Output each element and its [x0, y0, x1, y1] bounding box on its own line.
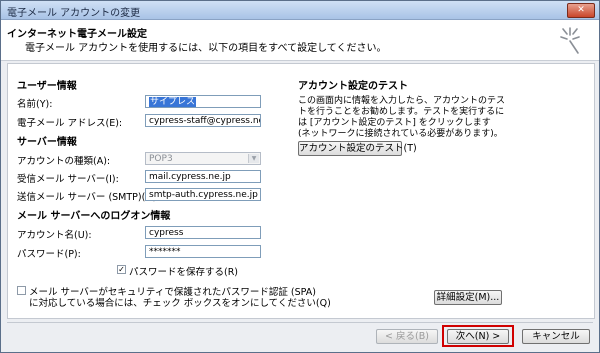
header-subtitle: 電子メール アカウントを使用するには、以下の項目をすべて設定してください。 — [25, 43, 387, 54]
name-field[interactable]: サイプレス — [145, 95, 261, 108]
remember-password-checkbox[interactable]: ✓ — [117, 265, 126, 274]
header-title: インターネット電子メール設定 — [7, 29, 147, 40]
account-name-field[interactable]: cypress — [145, 226, 261, 239]
remember-password-label: パスワードを保存する(R) — [129, 267, 239, 278]
footer-divider — [7, 322, 593, 323]
test-account-button[interactable]: アカウント設定のテスト(T) — [298, 141, 417, 156]
close-button[interactable]: ✕ — [567, 3, 595, 18]
outgoing-server-field[interactable]: smtp-auth.cypress.ne.jp — [145, 188, 261, 201]
chevron-down-icon: ▼ — [248, 154, 259, 163]
account-type-value: POP3 — [149, 154, 173, 164]
cancel-button[interactable]: キャンセル — [522, 329, 590, 344]
sparkle-icon — [560, 27, 580, 54]
email-field[interactable]: cypress-staff@cypress.ne.jp — [145, 114, 261, 127]
dialog-header: インターネット電子メール設定 電子メール アカウントを使用するには、以下の項目を… — [1, 20, 599, 61]
test-description: この画面内に情報を入力したら、アカウントのテストを行うことをお勧めします。テスト… — [298, 96, 506, 139]
spa-checkbox[interactable] — [17, 286, 26, 295]
name-value: サイプレス — [149, 97, 197, 107]
name-label: 名前(Y): — [17, 99, 53, 110]
email-label: 電子メール アドレス(E): — [17, 118, 123, 129]
title-bar: 電子メール アカウントの変更 ✕ — [1, 1, 599, 20]
window-title: 電子メール アカウントの変更 — [7, 8, 141, 19]
account-type-label: アカウントの種類(A): — [17, 156, 111, 167]
user-info-heading: ユーザー情報 — [17, 81, 77, 92]
server-info-heading: サーバー情報 — [17, 137, 77, 148]
back-button[interactable]: < 戻る(B) — [376, 329, 438, 344]
test-heading: アカウント設定のテスト — [298, 81, 408, 92]
spa-label-line2: に対応している場合には、チェック ボックスをオンにしてください(Q) — [29, 298, 331, 309]
logon-info-heading: メール サーバーへのログオン情報 — [17, 211, 171, 222]
account-name-label: アカウント名(U): — [17, 230, 92, 241]
outgoing-server-label: 送信メール サーバー (SMTP)(O): — [17, 192, 160, 203]
password-field[interactable]: ******* — [145, 245, 261, 258]
account-type-select[interactable]: POP3 ▼ — [145, 152, 261, 165]
password-label: パスワード(P): — [17, 249, 81, 260]
dialog-window: 電子メール アカウントの変更 ✕ インターネット電子メール設定 電子メール アカ… — [0, 0, 600, 353]
incoming-server-label: 受信メール サーバー(I): — [17, 174, 119, 185]
more-settings-button[interactable]: 詳細設定(M)... — [434, 290, 502, 305]
incoming-server-field[interactable]: mail.cypress.ne.jp — [145, 170, 261, 183]
highlight-box — [442, 325, 514, 347]
